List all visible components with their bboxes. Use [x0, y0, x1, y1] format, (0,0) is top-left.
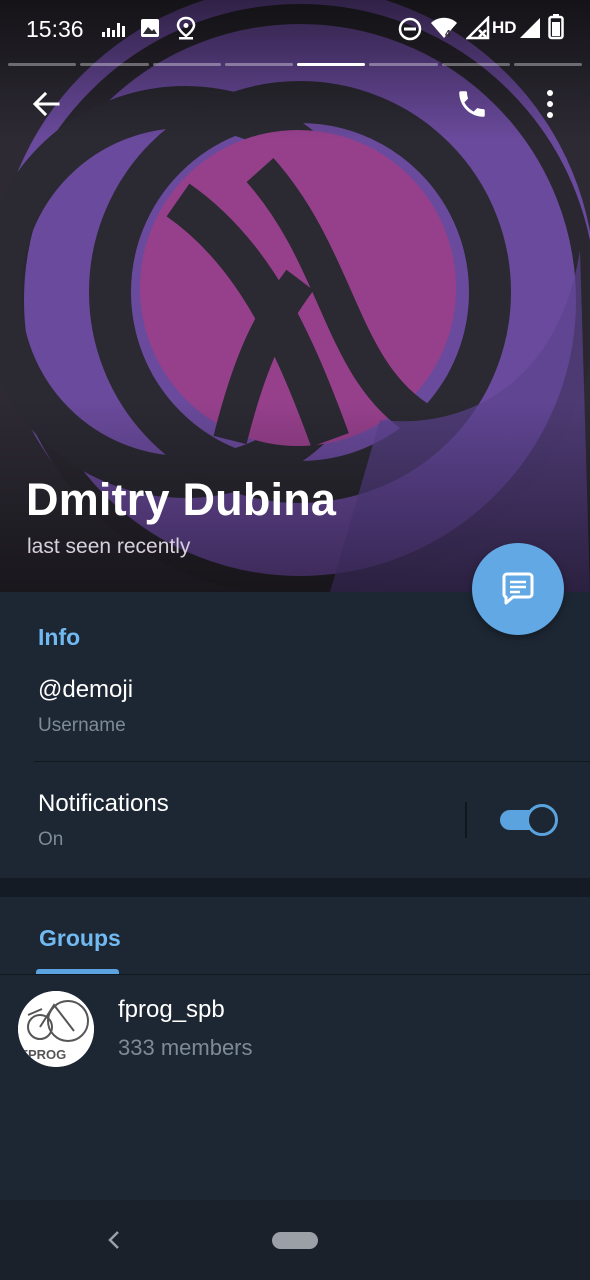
story-progress — [8, 63, 582, 67]
last-seen-status: last seen recently — [27, 535, 191, 558]
back-button[interactable] — [22, 80, 70, 128]
phone-icon — [459, 91, 485, 117]
do-not-disturb-icon — [398, 17, 422, 41]
more-options-button[interactable] — [526, 80, 574, 128]
story-bar-active — [297, 63, 366, 66]
divider — [34, 761, 590, 762]
network-type-label: HD — [492, 18, 517, 37]
story-bar — [8, 63, 77, 66]
section-gap — [0, 878, 590, 897]
location-icon — [176, 16, 196, 40]
wifi-icon: 4 — [431, 17, 457, 40]
image-icon — [141, 19, 159, 37]
more-vert-icon — [547, 90, 553, 118]
tab-groups[interactable]: Groups — [39, 925, 121, 952]
send-message-button[interactable] — [472, 543, 564, 635]
status-bar: 15:36 4 HD — [0, 0, 590, 60]
profile-header: 15:36 4 HD Dmitry Dubina last seen recen… — [0, 0, 590, 592]
notifications-label[interactable]: Notifications — [38, 790, 169, 818]
status-time: 15:36 — [26, 16, 84, 42]
info-section-title: Info — [38, 624, 81, 650]
battery-icon — [548, 14, 564, 40]
signal-full-icon — [520, 18, 540, 38]
profile-name: Dmitry Dubina — [26, 474, 337, 525]
message-icon — [502, 572, 534, 605]
story-bar — [369, 63, 438, 66]
group-avatar[interactable]: FPROG — [18, 991, 94, 1067]
notifications-state: On — [38, 829, 64, 850]
notifications-toggle[interactable] — [500, 804, 558, 836]
back-arrow-icon — [32, 91, 60, 117]
username-value[interactable]: @demoji — [38, 676, 133, 704]
svg-text:4: 4 — [445, 29, 451, 40]
nav-back-icon[interactable] — [100, 1226, 128, 1254]
equalizer-icon — [102, 23, 125, 37]
story-bar — [513, 63, 582, 66]
story-bar — [224, 63, 293, 66]
toggle-knob — [526, 804, 558, 836]
group-name[interactable]: fprog_spb — [118, 996, 225, 1024]
nav-home-pill[interactable] — [272, 1232, 318, 1249]
tab-divider — [0, 974, 590, 975]
toggle-separator — [465, 802, 467, 838]
story-bar — [80, 63, 149, 66]
story-bar — [152, 63, 221, 66]
signal-icon — [466, 16, 490, 40]
story-bar — [441, 63, 510, 66]
username-label: Username — [38, 715, 126, 736]
group-members-count: 333 members — [118, 1035, 253, 1060]
fprog-logo: FPROG — [18, 991, 94, 1067]
call-button[interactable] — [448, 80, 496, 128]
